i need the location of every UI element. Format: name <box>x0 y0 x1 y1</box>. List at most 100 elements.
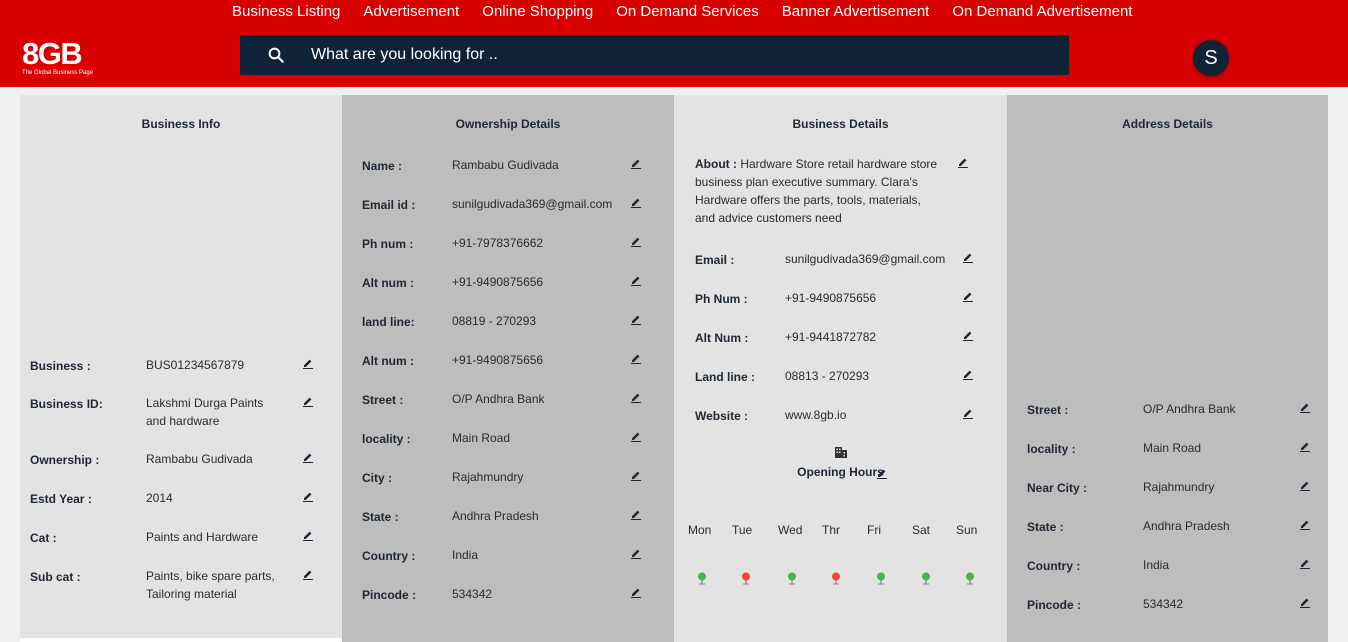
top-nav: Business Listing Advertisement Online Sh… <box>232 3 1132 21</box>
ownership-value: +91-7978376662 <box>452 236 544 250</box>
nav-banner-advertisement[interactable]: Banner Advertisement <box>782 3 930 21</box>
ownership-value: sunilgudivada369@gmail.com <box>452 197 613 211</box>
business-info-panel: Business Info Business : BUS01234567879 Bu… <box>20 95 342 642</box>
business-info-label: Cat : <box>30 531 57 545</box>
business-details-edit-icon[interactable] <box>962 290 974 302</box>
address-edit-icon[interactable] <box>1299 557 1311 569</box>
day-status-pin-icon <box>742 572 750 585</box>
address-edit-icon[interactable] <box>1299 596 1311 608</box>
nav-on-demand-services[interactable]: On Demand Services <box>616 3 759 21</box>
ownership-label: Country : <box>362 549 416 563</box>
ownership-label: locality : <box>362 432 411 446</box>
business-info-value: Rambabu Gudivada <box>146 452 253 466</box>
address-details-title: Address Details <box>1122 117 1213 131</box>
business-details-edit-icon[interactable] <box>962 251 974 263</box>
nav-online-shopping[interactable]: Online Shopping <box>482 3 593 21</box>
ownership-label: State : <box>362 510 399 524</box>
panel-footer-strip <box>20 638 342 642</box>
ownership-value: 534342 <box>452 587 493 601</box>
business-info-edit-icon[interactable] <box>302 490 314 502</box>
ownership-label: Email id : <box>362 198 416 212</box>
address-label: Country : <box>1027 559 1081 573</box>
ownership-edit-icon[interactable] <box>630 586 642 598</box>
business-info-label: Estd Year : <box>30 492 92 506</box>
ownership-edit-icon[interactable] <box>630 157 642 169</box>
day-label-sun: Sun <box>956 523 978 537</box>
business-info-label: Ownership : <box>30 453 100 467</box>
address-edit-icon[interactable] <box>1299 479 1311 491</box>
business-details-label: Land line : <box>695 370 755 384</box>
search-bar <box>240 35 1069 75</box>
ownership-details-panel: Ownership Details Name : Rambabu Gudivada… <box>342 95 674 642</box>
ownership-value: Andhra Pradesh <box>452 509 539 523</box>
logo[interactable]: 8GB The Global Business Page <box>22 36 94 77</box>
address-label: Near City : <box>1027 481 1088 495</box>
address-edit-icon[interactable] <box>1299 518 1311 530</box>
ownership-value: 08819 - 270293 <box>452 314 537 328</box>
ownership-edit-icon[interactable] <box>630 547 642 559</box>
ownership-value: +91-9490875656 <box>452 275 544 289</box>
business-details-edit-icon[interactable] <box>962 407 974 419</box>
logo-text: 8GB <box>22 36 83 71</box>
day-status-pin-icon <box>832 572 840 585</box>
ownership-edit-icon[interactable] <box>630 196 642 208</box>
address-label: State : <box>1027 520 1064 534</box>
ownership-edit-icon[interactable] <box>630 313 642 325</box>
ownership-label: Street : <box>362 393 404 407</box>
ownership-edit-icon[interactable] <box>630 430 642 442</box>
business-info-value: Lakshmi Durga Paints and hardware <box>146 396 264 428</box>
day-label-fri: Fri <box>867 523 881 537</box>
ownership-details-title: Ownership Details <box>455 117 561 131</box>
business-info-value: Paints and Hardware <box>146 530 259 544</box>
ownership-edit-icon[interactable] <box>630 469 642 481</box>
search-input[interactable] <box>311 46 911 64</box>
business-details-edit-icon[interactable] <box>962 329 974 341</box>
logo-tagline: The Global Business Page <box>22 70 94 76</box>
about-edit-icon[interactable] <box>957 156 969 168</box>
business-details-label: Ph Num : <box>695 292 748 306</box>
ownership-edit-icon[interactable] <box>630 508 642 520</box>
ownership-label: Alt num : <box>362 276 414 290</box>
business-info-value: 2014 <box>146 491 173 505</box>
business-info-title: Business Info <box>141 117 221 131</box>
business-info-edit-icon[interactable] <box>302 451 314 463</box>
business-details-panel: Business Details About : Hardware Store … <box>674 95 1007 642</box>
day-status-pin-icon <box>698 572 706 585</box>
ownership-edit-icon[interactable] <box>630 235 642 247</box>
business-info-value: Paints, bike spare parts, Tailoring mate… <box>146 569 275 601</box>
business-info-edit-icon[interactable] <box>302 357 314 369</box>
address-label: locality : <box>1027 442 1076 456</box>
about-section: About : Hardware Store retail hardware s… <box>695 155 940 227</box>
day-status-pin-icon <box>788 572 796 585</box>
business-details-value: 08813 - 270293 <box>785 369 870 383</box>
opening-hours-edit-icon[interactable] <box>876 467 888 479</box>
business-details-label: Alt Num : <box>695 331 749 345</box>
user-avatar[interactable]: S <box>1193 40 1229 76</box>
ownership-edit-icon[interactable] <box>630 352 642 364</box>
nav-advertisement[interactable]: Advertisement <box>363 3 459 21</box>
opening-hours-label: Opening Hours <box>797 465 884 479</box>
business-info-label: Sub cat : <box>30 570 81 584</box>
ownership-edit-icon[interactable] <box>630 391 642 403</box>
business-details-edit-icon[interactable] <box>962 368 974 380</box>
address-edit-icon[interactable] <box>1299 401 1311 413</box>
address-value: Andhra Pradesh <box>1143 519 1230 533</box>
day-label-sat: Sat <box>912 523 931 537</box>
ownership-label: Alt num : <box>362 354 414 368</box>
business-details-label: Email : <box>695 253 735 267</box>
about-label: About : <box>695 157 737 171</box>
ownership-label: Ph num : <box>362 237 414 251</box>
nav-business-listing[interactable]: Business Listing <box>232 3 340 21</box>
ownership-label: Pincode : <box>362 588 417 602</box>
business-info-label: Business ID: <box>30 397 103 411</box>
nav-on-demand-advertisement[interactable]: On Demand Advertisement <box>952 3 1132 21</box>
search-icon[interactable] <box>267 46 285 64</box>
business-info-edit-icon[interactable] <box>302 568 314 580</box>
ownership-edit-icon[interactable] <box>630 274 642 286</box>
address-label: Street : <box>1027 403 1069 417</box>
business-details-value: +91-9490875656 <box>785 291 877 305</box>
address-edit-icon[interactable] <box>1299 440 1311 452</box>
business-info-edit-icon[interactable] <box>302 529 314 541</box>
business-info-edit-icon[interactable] <box>302 395 314 407</box>
business-info-label: Business : <box>30 359 91 373</box>
